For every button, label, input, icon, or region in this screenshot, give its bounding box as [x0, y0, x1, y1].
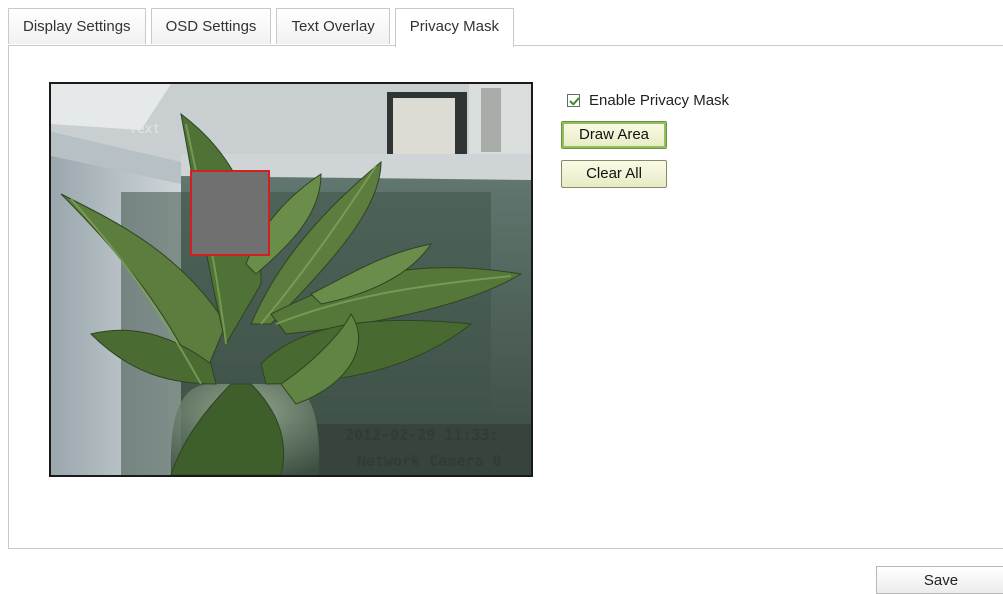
- osd-datetime-text: 2012-02-29 11:33:: [345, 426, 499, 444]
- video-frame-image: [51, 84, 531, 475]
- settings-tabs: Display Settings OSD Settings Text Overl…: [8, 8, 519, 47]
- tab-privacy-mask[interactable]: Privacy Mask: [394, 8, 514, 47]
- privacy-mask-controls: Enable Privacy Mask Draw Area Clear All: [561, 90, 729, 188]
- osd-name-text: Text: [129, 122, 161, 137]
- tab-osd-settings[interactable]: OSD Settings: [150, 8, 272, 44]
- enable-privacy-mask-label: Enable Privacy Mask: [589, 91, 730, 109]
- clear-all-button[interactable]: Clear All: [561, 160, 667, 188]
- draw-area-button[interactable]: Draw Area: [561, 121, 667, 149]
- tab-display-settings[interactable]: Display Settings: [8, 8, 146, 44]
- live-video-preview[interactable]: Text 2012-02-29 11:33: Network Camera 0: [49, 82, 533, 477]
- enable-privacy-mask-checkbox[interactable]: [567, 93, 580, 107]
- save-button[interactable]: Save: [876, 566, 1003, 594]
- privacy-mask-area[interactable]: [190, 170, 270, 256]
- enable-privacy-mask-row[interactable]: Enable Privacy Mask: [567, 90, 729, 110]
- osd-camera-name-text: Network Camera 0: [357, 452, 502, 470]
- check-icon: [569, 97, 580, 105]
- tab-text-overlay[interactable]: Text Overlay: [276, 8, 390, 44]
